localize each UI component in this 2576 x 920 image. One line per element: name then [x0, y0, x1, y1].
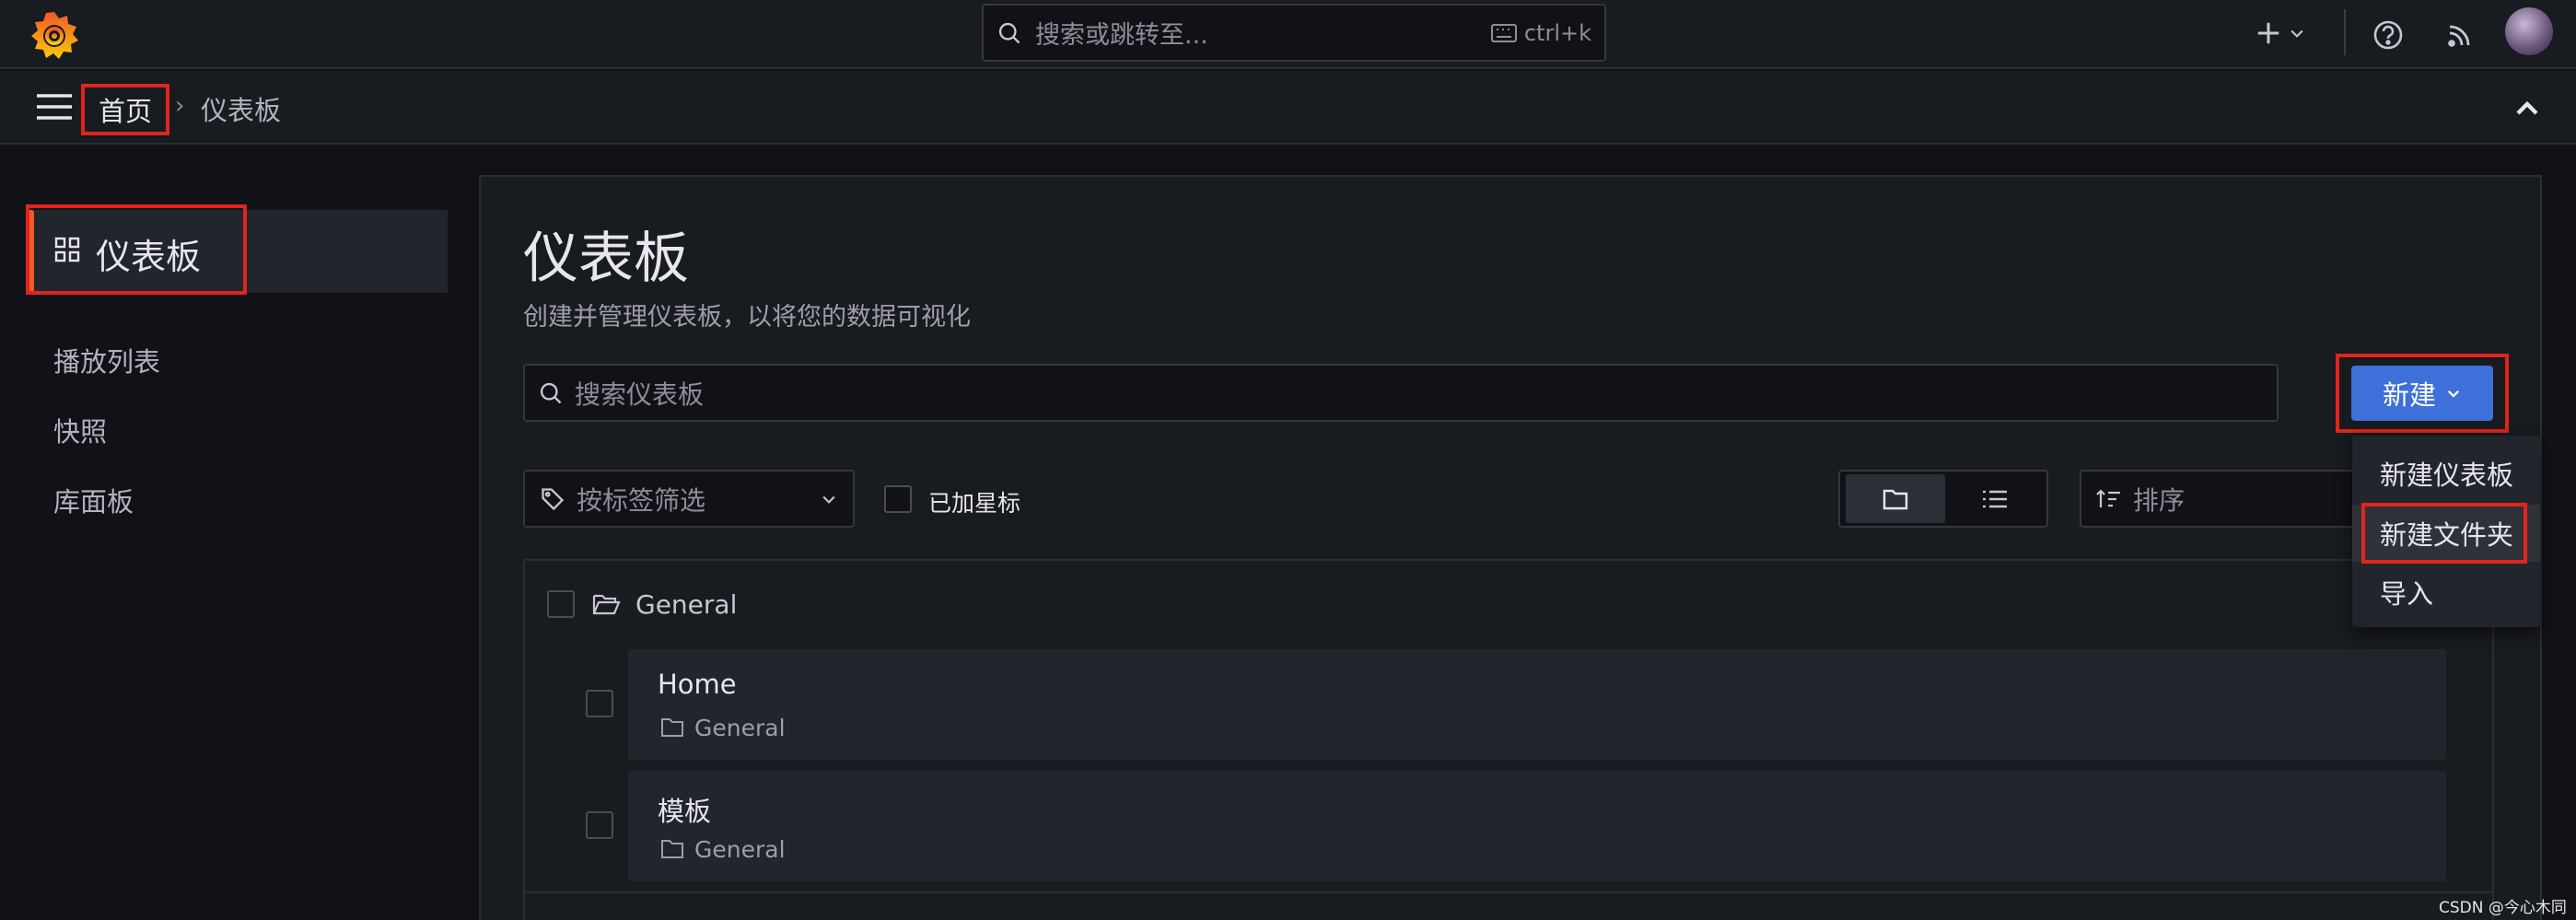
page-subtitle: 创建并管理仪表板，以将您的数据可视化: [523, 303, 971, 332]
menu-item-import[interactable]: 导入: [2352, 564, 2540, 621]
sort-placeholder: 排序: [2133, 484, 2186, 516]
plus-icon: [2255, 19, 2282, 47]
apps-icon: [53, 236, 81, 263]
row-checkbox[interactable]: [586, 690, 613, 717]
row-checkbox[interactable]: [586, 811, 613, 839]
page-title: 仪表板: [523, 227, 689, 291]
breadcrumb-bar: [0, 71, 2576, 145]
help-button[interactable]: [2367, 14, 2409, 56]
chevron-down-icon: [820, 490, 838, 508]
folder-icon: [659, 836, 685, 862]
chevron-down-icon: [2288, 24, 2306, 42]
tag-icon: [540, 486, 565, 512]
global-search-input[interactable]: 搜索或跳转至... ctrl+k: [982, 4, 1606, 62]
help-icon: [2367, 14, 2409, 56]
search-icon: [538, 380, 564, 406]
search-icon: [997, 20, 1022, 46]
tag-filter-placeholder: 按标签筛选: [577, 484, 706, 516]
table-row[interactable]: [628, 649, 2446, 760]
watermark: CSDN @今心木同: [2439, 899, 2567, 917]
rss-icon: [2439, 14, 2481, 56]
list-divider: [525, 891, 2494, 893]
dashboard-search-placeholder: 搜索仪表板: [575, 378, 705, 410]
row-folder-name: General: [694, 836, 786, 863]
new-button[interactable]: 新建: [2351, 366, 2493, 421]
sort-select[interactable]: 排序: [2080, 470, 2356, 528]
news-button[interactable]: [2439, 14, 2481, 56]
sidebar-item-dashboards-label: 仪表板: [96, 237, 202, 277]
menu-item-new-dashboard[interactable]: 新建仪表板: [2352, 445, 2540, 502]
dashboard-search-input[interactable]: 搜索仪表板: [523, 364, 2279, 422]
folder-name[interactable]: General: [635, 589, 737, 620]
user-avatar[interactable]: [2505, 7, 2553, 55]
tag-filter-select[interactable]: 按标签筛选: [523, 470, 855, 528]
grafana-logo-icon[interactable]: [28, 8, 81, 62]
list-view-button[interactable]: [1947, 474, 2043, 523]
folder-checkbox[interactable]: [547, 590, 575, 618]
search-placeholder: 搜索或跳转至...: [1035, 21, 1208, 50]
shortcut-hint: ctrl+k: [1490, 19, 1591, 46]
breadcrumb-home-link[interactable]: 首页: [81, 84, 169, 135]
add-new-menu-button[interactable]: [2255, 13, 2319, 53]
keyboard-icon: [1490, 23, 1517, 42]
highlight-box-new-folder: [2361, 503, 2527, 564]
starred-label[interactable]: 已加星标: [928, 485, 1020, 518]
sort-icon: [2096, 487, 2122, 511]
breadcrumb-current: 仪表板: [201, 95, 282, 126]
sidebar-item-library-panels[interactable]: 库面板: [53, 481, 134, 519]
folder-icon: [659, 715, 685, 740]
folder-open-icon: [591, 589, 621, 619]
starred-checkbox[interactable]: [884, 485, 912, 513]
new-button-label: 新建: [2382, 379, 2436, 411]
row-folder-name: General: [694, 715, 786, 741]
collapse-chevron-up-icon[interactable]: [2509, 90, 2546, 127]
breadcrumb-separator: ›: [175, 92, 185, 120]
sidebar-item-playlists[interactable]: 播放列表: [53, 341, 160, 379]
table-row[interactable]: [628, 771, 2446, 881]
list-icon: [1981, 488, 2009, 510]
menu-icon[interactable]: [35, 90, 74, 123]
topbar-divider: [2344, 9, 2346, 55]
row-title[interactable]: 模板: [658, 790, 711, 829]
sidebar-item-snapshots[interactable]: 快照: [53, 411, 107, 449]
chevron-down-icon: [2445, 385, 2462, 402]
folder-view-button[interactable]: [1846, 474, 1945, 523]
shortcut-text: ctrl+k: [1523, 19, 1591, 46]
folder-icon: [1882, 486, 1909, 512]
row-title[interactable]: Home: [658, 669, 737, 700]
